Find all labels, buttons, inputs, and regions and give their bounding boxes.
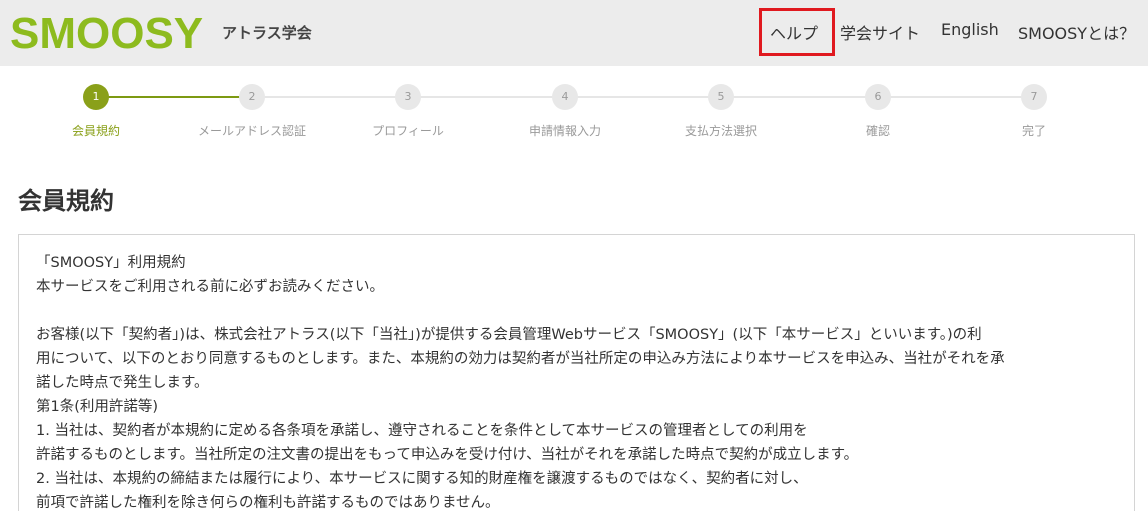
step-7-circle: 7 (1021, 84, 1047, 110)
svg-text:SMOOSY: SMOOSY (10, 10, 203, 54)
step-7-label: 完了 (1021, 124, 1046, 138)
terms-text: 「SMOOSY」利用規約 本サービスをご利用される前に必ずお読みください。 お客… (36, 255, 1005, 511)
nav-english-link[interactable]: English (941, 20, 999, 39)
nav-about-link[interactable]: SMOOSYとは？ (1018, 20, 1135, 44)
step-6-circle: 6 (865, 84, 891, 110)
smoosy-logo[interactable]: SMOOSY (10, 10, 210, 54)
page-title: 会員規約 (18, 187, 114, 215)
terms-scroll-box[interactable]: 「SMOOSY」利用規約 本サービスをご利用される前に必ずお読みください。 お客… (18, 234, 1135, 511)
step-2-circle: 2 (239, 84, 265, 110)
step-connector (96, 96, 252, 98)
help-highlight-box (759, 8, 835, 56)
org-name: アトラス学会 (222, 24, 312, 42)
step-4-circle: 4 (552, 84, 578, 110)
step-3-circle: 3 (395, 84, 421, 110)
progress-steps: 1 会員規約 2 メールアドレス認証 3 プロフィール 4 申請情報入力 5 支… (0, 66, 1148, 150)
step-1-circle: 1 (83, 84, 109, 110)
step-2-label: メールアドレス認証 (197, 124, 306, 138)
step-3-label: プロフィール (372, 124, 444, 138)
step-6-label: 確認 (865, 124, 890, 138)
step-4-label: 申請情報入力 (528, 124, 601, 138)
header: SMOOSY アトラス学会 ヘルプ 学会サイト English SMOOSYとは… (0, 0, 1148, 66)
step-5-label: 支払方法選択 (684, 124, 757, 138)
step-5-circle: 5 (708, 84, 734, 110)
step-1-label: 会員規約 (71, 124, 120, 138)
step-connector (252, 96, 1034, 98)
nav-society-site-link[interactable]: 学会サイト (840, 20, 920, 44)
